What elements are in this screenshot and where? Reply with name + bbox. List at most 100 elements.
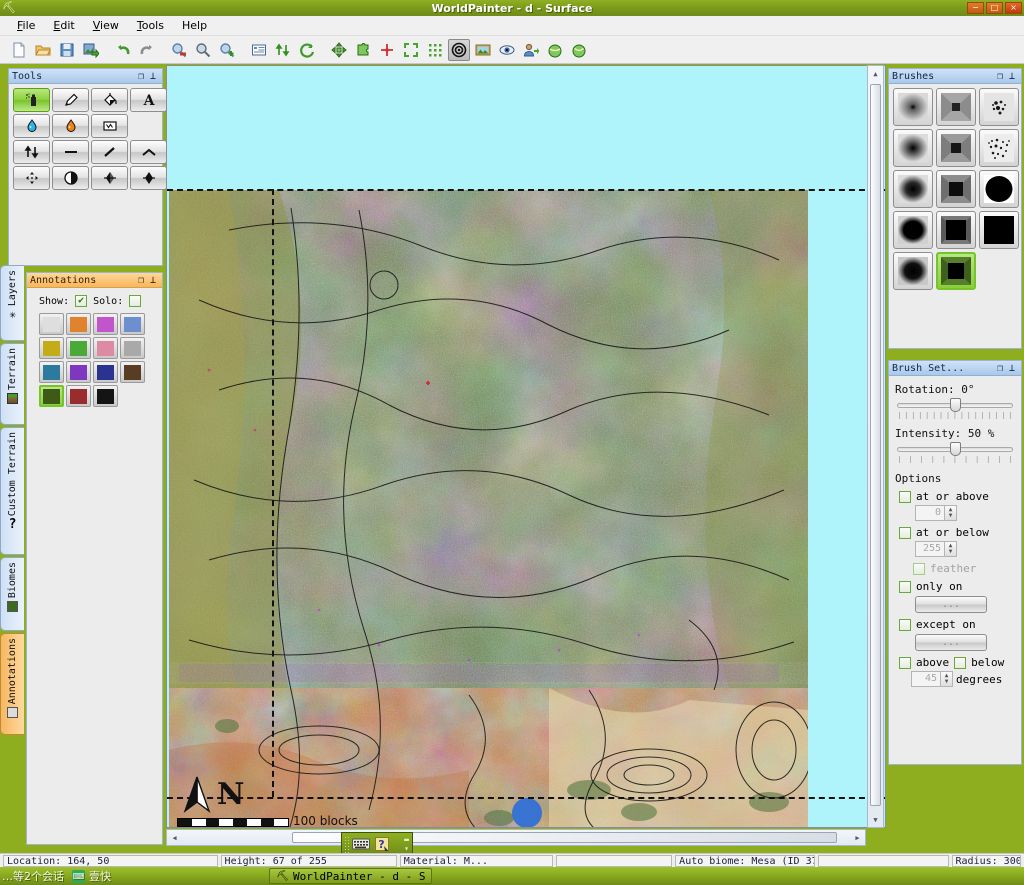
canvas-horizontal-scrollbar[interactable]: ◀ ▶ [166,829,866,846]
minibar-overflow[interactable]: ▬ ▾ [404,835,409,853]
brushes-float-icon[interactable]: ❐ [994,71,1006,82]
fill-tool[interactable] [91,88,128,112]
canvas-vertical-scrollbar[interactable]: ▲ ▼ [867,65,884,828]
brush-medium-square[interactable] [936,170,976,208]
globe-alt-icon[interactable] [568,39,590,61]
annotation-color-red[interactable] [66,385,91,407]
height-tool[interactable] [13,140,50,164]
keyboard-icon[interactable] [352,835,370,853]
map-canvas[interactable]: N 100 blocks [166,65,886,828]
canvas-vscroll-thumb[interactable] [870,84,881,806]
brush-dark-circle[interactable] [893,252,933,290]
spawn-point-icon[interactable] [376,39,398,61]
redo-icon[interactable] [136,39,158,61]
sidebar-tab-biomes[interactable]: Biomes [0,557,24,631]
at-or-above-checkbox[interactable] [899,490,911,503]
new-world-icon[interactable] [8,39,30,61]
above-checkbox[interactable] [899,656,911,669]
slope-tool[interactable] [91,140,128,164]
brush-settings-pin-icon[interactable]: ⊥ [1006,363,1018,374]
smooth-tool[interactable] [130,140,167,164]
annotation-color-cyan[interactable] [39,361,64,383]
annotation-color-grey[interactable] [120,337,145,359]
move-tool[interactable] [13,166,50,190]
annotation-color-white[interactable] [39,313,64,335]
brush-noise-small[interactable] [979,88,1019,126]
overlay-target-icon[interactable] [448,38,470,61]
degrees-spinner[interactable]: 45 ▲ ▼ [911,671,953,687]
zoom-out-icon[interactable] [168,39,190,61]
annotation-color-pink[interactable] [93,337,118,359]
rotation-slider-knob[interactable] [950,398,961,412]
sidebar-tab-layers[interactable]: Layers ✳ [0,265,24,341]
scroll-left-arrow[interactable]: ◀ [167,830,182,845]
below-checkbox[interactable] [954,656,967,669]
rotate-icon[interactable] [296,39,318,61]
menu-tools[interactable]: Tools [128,17,173,34]
brush-soft-square-small[interactable] [936,88,976,126]
brush-medium-circle[interactable] [893,170,933,208]
save-world-icon[interactable] [56,39,78,61]
at-or-above-spin-buttons[interactable]: ▲ ▼ [944,506,956,520]
menu-edit[interactable]: Edit [44,17,83,34]
brush-soft-circle-medium[interactable] [893,129,933,167]
only-on-checkbox[interactable] [899,580,911,593]
brush-solid-square[interactable] [936,211,976,249]
brush-noise-medium[interactable] [979,129,1019,167]
brush-settings-float-icon[interactable]: ❐ [994,363,1006,374]
at-or-below-spinner[interactable]: 255 ▲ ▼ [915,541,957,557]
rotation-slider[interactable] [897,398,1013,412]
taskbar-item-sogou[interactable]: ⌨ 壹快 [72,868,111,884]
annotations-pin-icon[interactable]: ⊥ [147,275,159,286]
annotation-color-light-blue[interactable] [120,313,145,335]
brush-soft-square-medium[interactable] [936,129,976,167]
at-or-below-checkbox[interactable] [899,526,911,539]
annotation-color-brown[interactable] [120,361,145,383]
annotation-color-black[interactable] [93,385,118,407]
at-or-below-spin-buttons[interactable]: ▲ ▼ [944,542,956,556]
at-or-above-spinner[interactable]: 0 ▲ ▼ [915,505,957,521]
brush-soft-circle-small[interactable] [893,88,933,126]
annotation-color-blue[interactable] [93,361,118,383]
except-on-checkbox[interactable] [899,618,911,631]
user-icon[interactable] [520,39,542,61]
minibar-expand-icon[interactable]: ▾ [404,844,409,853]
scroll-up-arrow[interactable]: ▲ [868,66,883,81]
sidebar-tab-terrain[interactable]: Terrain [0,343,24,425]
globe-icon[interactable] [544,39,566,61]
brush-solid-circle[interactable] [893,211,933,249]
brush-hard-circle[interactable] [979,170,1019,208]
brushes-pin-icon[interactable]: ⊥ [1006,71,1018,82]
sprite-tool[interactable] [91,114,128,138]
zoom-reset-icon[interactable] [192,39,214,61]
spray-paint-tool[interactable] [13,88,50,112]
sidebar-tab-annotations[interactable]: Annotations [0,633,24,735]
annotation-color-purple[interactable] [66,361,91,383]
menu-file[interactable]: FFileile [8,17,44,34]
annotation-color-yellow[interactable] [39,337,64,359]
height-map-icon[interactable] [272,39,294,61]
maximize-button[interactable]: □ [986,2,1003,14]
degrees-spin-buttons[interactable]: ▲ ▼ [940,672,952,686]
plugin-icon[interactable] [352,39,374,61]
tools-float-icon[interactable]: ❐ [135,71,147,82]
pencil-tool[interactable] [52,88,89,112]
open-world-icon[interactable] [32,39,54,61]
annotation-color-orange[interactable] [66,313,91,335]
taskbar-session-label[interactable]: …等2个会话 [2,868,64,884]
grid-icon[interactable] [424,39,446,61]
tools-pin-icon[interactable]: ⊥ [147,71,159,82]
zoom-in-icon[interactable] [216,39,238,61]
text-tool[interactable]: A [130,88,167,112]
help-icon[interactable]: ? [374,835,392,853]
annotation-color-magenta[interactable] [93,313,118,335]
only-on-button[interactable]: ... [915,596,987,613]
intensity-slider-knob[interactable] [950,442,961,456]
feather-checkbox[interactable] [913,562,925,575]
export-world-icon[interactable] [80,39,102,61]
minimize-button[interactable]: − [967,2,984,14]
solo-checkbox[interactable] [129,295,142,307]
view-toggle-icon[interactable] [496,39,518,61]
intensity-slider[interactable] [897,442,1013,456]
close-button[interactable]: × [1005,2,1022,14]
